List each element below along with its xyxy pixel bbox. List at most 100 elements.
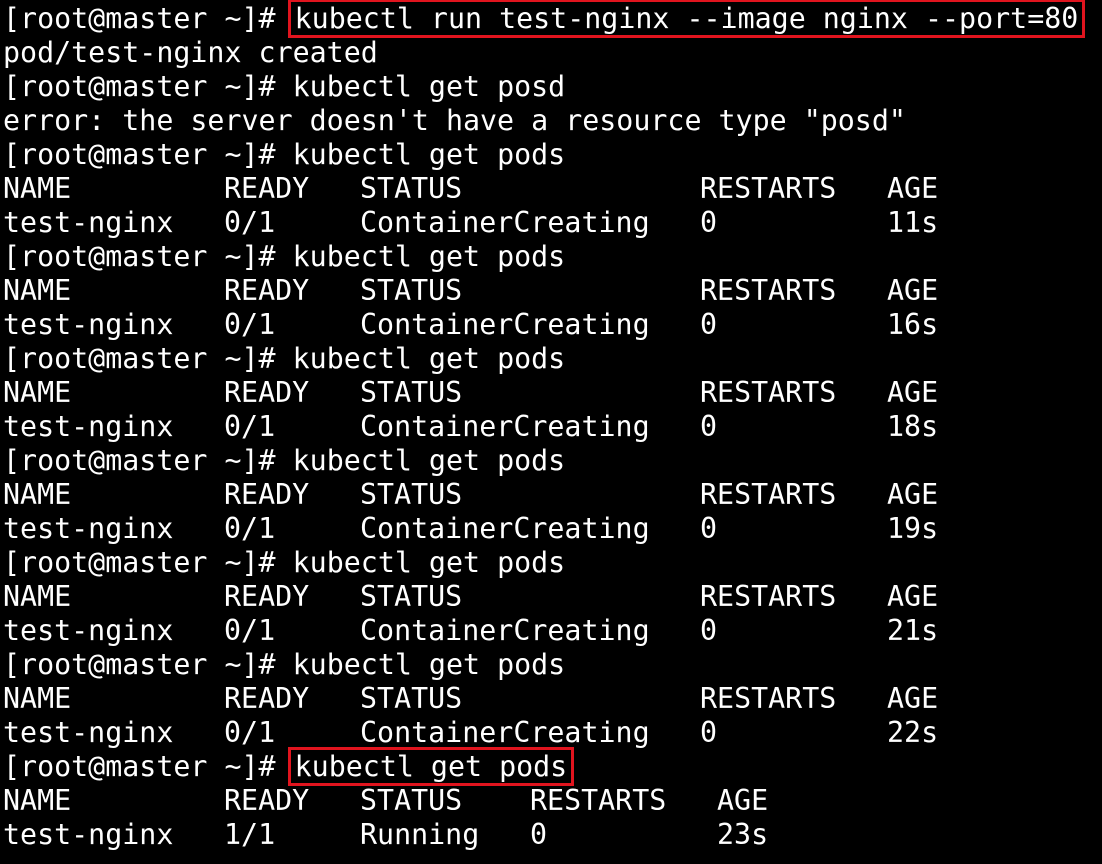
shell-prompt: [root@master ~]#: [3, 138, 276, 171]
shell-prompt: [root@master ~]#: [3, 342, 276, 375]
pod-ready: 0/1: [224, 206, 276, 239]
pod-age: 21s: [887, 614, 939, 647]
header-restarts: RESTARTS: [530, 784, 667, 817]
header-status: STATUS: [360, 580, 463, 613]
header-restarts: RESTARTS: [700, 580, 837, 613]
pod-ready: 0/1: [224, 512, 276, 545]
pod-age: 18s: [887, 410, 939, 443]
header-age: AGE: [887, 376, 939, 409]
header-status: STATUS: [360, 376, 463, 409]
header-restarts: RESTARTS: [700, 172, 837, 205]
pod-restarts: 0: [700, 614, 718, 647]
header-name: NAME: [3, 682, 72, 715]
header-name: NAME: [3, 478, 72, 511]
shell-prompt: [root@master ~]#: [3, 444, 276, 477]
pod-ready: 0/1: [224, 410, 276, 443]
shell-prompt: [root@master ~]#: [3, 70, 276, 103]
header-ready: READY: [224, 478, 310, 511]
pod-age: 16s: [887, 308, 939, 341]
pod-status: Running: [360, 818, 480, 851]
header-status: STATUS: [360, 682, 463, 715]
table-header: NAME READY STATUS RESTARTS AGE: [3, 172, 1102, 206]
pod-query-blocks: [root@master ~]# kubectl get pods NAME REA…: [3, 138, 1102, 750]
pod-status: ContainerCreating: [360, 716, 650, 749]
pod-status: ContainerCreating: [360, 512, 650, 545]
pod-restarts: 0: [700, 410, 718, 443]
pod-age: 11s: [887, 206, 939, 239]
pod-name: test-nginx: [3, 716, 174, 749]
prompt-line-get: [root@master ~]# kubectl get pods: [3, 138, 1102, 172]
prompt-line-get: [root@master ~]# kubectl get pods: [3, 648, 1102, 682]
shell-prompt: [root@master ~]#: [3, 750, 276, 783]
pod-age: 22s: [887, 716, 939, 749]
pod-status: ContainerCreating: [360, 308, 650, 341]
header-status: STATUS: [360, 274, 463, 307]
header-ready: READY: [224, 172, 310, 205]
table-row: test-nginx 0/1 ContainerCreating 0 16s: [3, 308, 1102, 342]
prompt-line-run: [root@master ~]# kubectl run test-nginx …: [3, 0, 1102, 38]
header-ready: READY: [224, 274, 310, 307]
header-age: AGE: [887, 682, 939, 715]
table-row: test-nginx 0/1 ContainerCreating 0 21s: [3, 614, 1102, 648]
header-status: STATUS: [360, 784, 463, 817]
table-row: test-nginx 0/1 ContainerCreating 0 18s: [3, 410, 1102, 444]
output-error: error: the server doesn't have a resourc…: [3, 104, 906, 137]
table-header: NAME READY STATUS RESTARTS AGE: [3, 478, 1102, 512]
get-pods-command: kubectl get pods: [292, 138, 566, 171]
typo-command: kubectl get posd: [292, 70, 566, 103]
shell-prompt: [root@master ~]#: [3, 240, 276, 273]
run-command-highlighted: kubectl run test-nginx --image nginx --p…: [287, 0, 1086, 38]
header-ready: READY: [224, 784, 310, 817]
header-age: AGE: [887, 274, 939, 307]
header-age: AGE: [887, 172, 939, 205]
header-ready: READY: [224, 376, 310, 409]
header-age: AGE: [887, 478, 939, 511]
final-table-header: NAME READY STATUS RESTARTS AGE: [3, 784, 1102, 818]
terminal-window[interactable]: [root@master ~]# kubectl run test-nginx …: [0, 0, 1102, 864]
pod-name: test-nginx: [3, 308, 174, 341]
shell-prompt: [root@master ~]#: [3, 648, 276, 681]
pod-age: 19s: [887, 512, 939, 545]
get-pods-command: kubectl get pods: [292, 342, 566, 375]
pod-name: test-nginx: [3, 614, 174, 647]
final-table-row: test-nginx 1/1 Running 0 23s: [3, 818, 1102, 852]
header-restarts: RESTARTS: [700, 274, 837, 307]
pod-restarts: 0: [700, 716, 718, 749]
header-name: NAME: [3, 784, 72, 817]
header-age: AGE: [887, 580, 939, 613]
prompt-line-get: [root@master ~]# kubectl get pods: [3, 240, 1102, 274]
prompt-line-get: [root@master ~]# kubectl get pods: [3, 444, 1102, 478]
get-pods-command: kubectl get pods: [292, 240, 566, 273]
pod-age: 23s: [717, 818, 769, 851]
table-header: NAME READY STATUS RESTARTS AGE: [3, 274, 1102, 308]
prompt-line-final: [root@master ~]# kubectl get pods: [3, 747, 1102, 786]
header-ready: READY: [224, 682, 310, 715]
prompt-line-get: [root@master ~]# kubectl get pods: [3, 546, 1102, 580]
final-get-command-highlighted: kubectl get pods: [287, 747, 575, 786]
header-name: NAME: [3, 274, 72, 307]
pod-status: ContainerCreating: [360, 410, 650, 443]
get-pods-command: kubectl get pods: [292, 444, 566, 477]
table-header: NAME READY STATUS RESTARTS AGE: [3, 376, 1102, 410]
header-name: NAME: [3, 580, 72, 613]
table-row: test-nginx 0/1 ContainerCreating 0 19s: [3, 512, 1102, 546]
header-ready: READY: [224, 580, 310, 613]
pod-restarts: 0: [700, 206, 718, 239]
pod-ready: 0/1: [224, 308, 276, 341]
pod-name: test-nginx: [3, 818, 174, 851]
pod-restarts: 0: [700, 512, 718, 545]
header-restarts: RESTARTS: [700, 478, 837, 511]
pod-restarts: 0: [700, 308, 718, 341]
table-row: test-nginx 0/1 ContainerCreating 0 11s: [3, 206, 1102, 240]
header-status: STATUS: [360, 478, 463, 511]
header-name: NAME: [3, 172, 72, 205]
pod-ready: 1/1: [224, 818, 276, 851]
pod-status: ContainerCreating: [360, 614, 650, 647]
prompt-line-typo: [root@master ~]# kubectl get posd: [3, 70, 1102, 104]
pod-name: test-nginx: [3, 512, 174, 545]
header-status: STATUS: [360, 172, 463, 205]
table-header: NAME READY STATUS RESTARTS AGE: [3, 580, 1102, 614]
prompt-line-get: [root@master ~]# kubectl get pods: [3, 342, 1102, 376]
output-created: pod/test-nginx created: [3, 36, 378, 69]
pod-ready: 0/1: [224, 716, 276, 749]
